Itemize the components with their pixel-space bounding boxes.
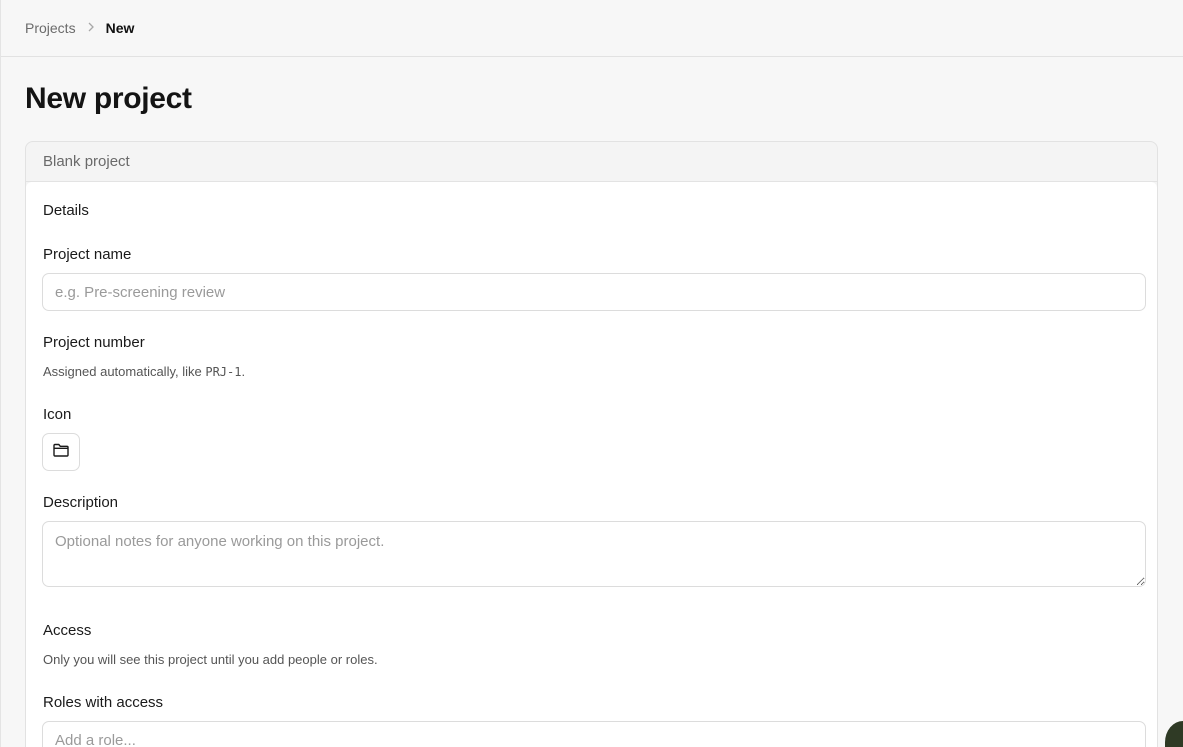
form-body: Details Project name Project number Assi… xyxy=(26,182,1157,747)
project-number-label: Project number xyxy=(43,334,145,351)
project-name-input[interactable] xyxy=(42,273,1146,311)
icon-label: Icon xyxy=(43,406,72,423)
access-heading: Access xyxy=(43,622,92,639)
project-form-card: Blank project Details Project name Proje… xyxy=(25,141,1158,747)
corner-decoration xyxy=(1165,721,1183,747)
description-label: Description xyxy=(43,494,119,511)
project-number-example: PRJ-1 xyxy=(205,365,242,379)
roles-label: Roles with access xyxy=(43,694,164,711)
tab-blank-project[interactable]: Blank project xyxy=(26,142,1157,182)
project-name-label: Project name xyxy=(43,246,132,263)
project-number-hint-prefix: Assigned automatically, like xyxy=(43,364,206,379)
breadcrumb: Projects New xyxy=(1,0,1183,57)
roles-input[interactable] xyxy=(42,721,1146,747)
app-frame: Projects New New project Blank project D… xyxy=(0,0,1183,747)
icon-picker-button[interactable] xyxy=(42,433,80,471)
chevron-right-icon xyxy=(87,21,95,35)
folder-icon xyxy=(52,442,70,463)
page-title: New project xyxy=(25,82,192,115)
details-heading: Details xyxy=(43,202,89,219)
description-textarea[interactable] xyxy=(42,521,1146,587)
project-number-hint: Assigned automatically, like PRJ-1. xyxy=(43,364,245,379)
breadcrumb-current: New xyxy=(105,20,135,36)
project-number-hint-suffix: . xyxy=(241,364,246,379)
breadcrumb-link-projects[interactable]: Projects xyxy=(25,20,76,36)
access-hint: Only you will see this project until you… xyxy=(43,652,378,667)
